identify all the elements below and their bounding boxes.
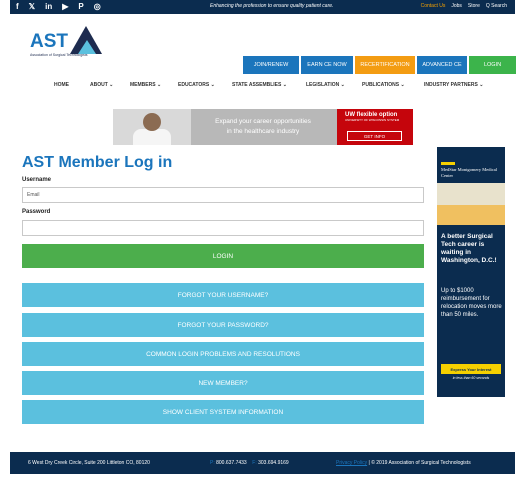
ad-hero-sky bbox=[437, 183, 505, 205]
forgot-username-button[interactable]: FORGOT YOUR USERNAME? bbox=[22, 283, 424, 307]
logo-triangle-light bbox=[78, 40, 96, 54]
password-input[interactable] bbox=[22, 220, 424, 236]
nav-educators[interactable]: EDUCATORS ⌄ bbox=[178, 82, 215, 88]
linkedin-icon[interactable]: in bbox=[45, 2, 52, 12]
main-nav: HOME ABOUT ⌄ MEMBERS ⌄ EDUCATORS ⌄ STATE… bbox=[10, 80, 515, 92]
footer-copyright: Privacy Policy | © 2019 Association of S… bbox=[336, 460, 471, 466]
username-input[interactable]: Email bbox=[22, 187, 424, 203]
top-bar: f 𝕏 in ▶ P ◎ Enhancing the profession to… bbox=[10, 0, 515, 14]
show-client-info-button[interactable]: SHOW CLIENT SYSTEM INFORMATION bbox=[22, 400, 424, 424]
privacy-policy-link[interactable]: Privacy Policy bbox=[336, 460, 367, 466]
password-label: Password bbox=[22, 209, 51, 215]
banner-brand: UW flexible option UNIVERSITY OF WISCONS… bbox=[345, 112, 399, 122]
banner-text-line2: in the healthcare industry bbox=[226, 128, 300, 135]
join-renew-button[interactable]: JOIN/RENEW bbox=[243, 56, 299, 74]
nav-industry-partners[interactable]: INDUSTRY PARTNERS ⌄ bbox=[424, 82, 483, 88]
twitter-icon[interactable]: 𝕏 bbox=[29, 2, 35, 12]
store-link[interactable]: Store bbox=[468, 3, 480, 9]
youtube-icon[interactable]: ▶ bbox=[62, 2, 68, 12]
footer-phone: P: 800.637.7433 F: 303.694.9169 bbox=[210, 460, 289, 466]
site-footer: 6 West Dry Creek Circle, Suite 200 Littl… bbox=[10, 452, 515, 474]
nav-members[interactable]: MEMBERS ⌄ bbox=[130, 82, 161, 88]
banner-photo-person bbox=[143, 113, 161, 131]
ad-note: in less than 60 seconds bbox=[452, 376, 490, 380]
banner-photo bbox=[113, 109, 191, 145]
banner-brand-panel: UW flexible option UNIVERSITY OF WISCONS… bbox=[337, 109, 413, 145]
tagline: Enhancing the profession to ensure quali… bbox=[210, 3, 334, 9]
jobs-link[interactable]: Jobs bbox=[451, 3, 462, 9]
forgot-password-button[interactable]: FORGOT YOUR PASSWORD? bbox=[22, 313, 424, 337]
nav-home[interactable]: HOME bbox=[54, 82, 69, 88]
ad-headline: A better Surgical Tech career is waiting… bbox=[441, 233, 497, 264]
fax-label: F: bbox=[252, 460, 257, 466]
nav-publications[interactable]: PUBLICATIONS ⌄ bbox=[362, 82, 405, 88]
instagram-icon[interactable]: ◎ bbox=[94, 2, 101, 12]
social-links: f 𝕏 in ▶ P ◎ bbox=[16, 2, 101, 12]
banner-brand-sub: UNIVERSITY OF WISCONSIN SYSTEM bbox=[345, 118, 400, 122]
header-login-button[interactable]: LOGIN bbox=[469, 56, 516, 74]
banner-ad[interactable]: Expand your career opportunities in the … bbox=[113, 109, 413, 145]
ast-logo[interactable]: AST Association of Surgical Technologist… bbox=[30, 26, 102, 57]
banner-text-line1: Expand your career opportunities bbox=[215, 118, 311, 125]
username-label: Username bbox=[22, 177, 52, 183]
fax-number: 303.694.9169 bbox=[258, 460, 289, 466]
copyright-text: | © 2019 Association of Surgical Technol… bbox=[368, 460, 471, 466]
side-ad[interactable]: MedStar Montgomery Medical Center A bett… bbox=[437, 147, 505, 397]
phone-label: P: bbox=[210, 460, 215, 466]
page-title: AST Member Log in bbox=[22, 154, 173, 171]
nav-legislation[interactable]: LEGISLATION ⌄ bbox=[306, 82, 345, 88]
footer-address: 6 West Dry Creek Circle, Suite 200 Littl… bbox=[28, 460, 150, 466]
facebook-icon[interactable]: f bbox=[16, 2, 19, 12]
express-interest-button[interactable]: Express Your Interest bbox=[441, 364, 501, 374]
advanced-ce-button[interactable]: ADVANCED CE bbox=[417, 56, 467, 74]
utility-links: Contact Us Jobs Store Q Search bbox=[421, 3, 507, 9]
common-login-problems-button[interactable]: COMMON LOGIN PROBLEMS AND RESOLUTIONS bbox=[22, 342, 424, 366]
site-header: AST Association of Surgical Technologist… bbox=[10, 14, 516, 76]
banner-photo-coat bbox=[133, 129, 171, 145]
search-link[interactable]: Q Search bbox=[486, 3, 507, 9]
new-member-button[interactable]: NEW MEMBER? bbox=[22, 371, 424, 395]
login-button[interactable]: LOGIN bbox=[22, 244, 424, 268]
ad-body: Up to $1000 reimbursement for relocation… bbox=[441, 288, 502, 318]
banner-text: Expand your career opportunities in the … bbox=[203, 117, 323, 137]
nav-state-assemblies[interactable]: STATE ASSEMBLIES ⌄ bbox=[232, 82, 287, 88]
nav-about[interactable]: ABOUT ⌄ bbox=[90, 82, 113, 88]
phone-number[interactable]: 800.637.7433 bbox=[216, 460, 247, 466]
recertification-button[interactable]: RECERTIFICATION bbox=[355, 56, 415, 74]
earn-ce-button[interactable]: EARN CE NOW bbox=[301, 56, 353, 74]
contact-us-link[interactable]: Contact Us bbox=[421, 3, 446, 9]
pinterest-icon[interactable]: P bbox=[78, 2, 83, 12]
ad-org-name: MedStar Montgomery Medical Center bbox=[441, 167, 497, 178]
get-info-button[interactable]: GET INFO bbox=[347, 131, 402, 141]
ad-logo-mark bbox=[441, 162, 455, 165]
